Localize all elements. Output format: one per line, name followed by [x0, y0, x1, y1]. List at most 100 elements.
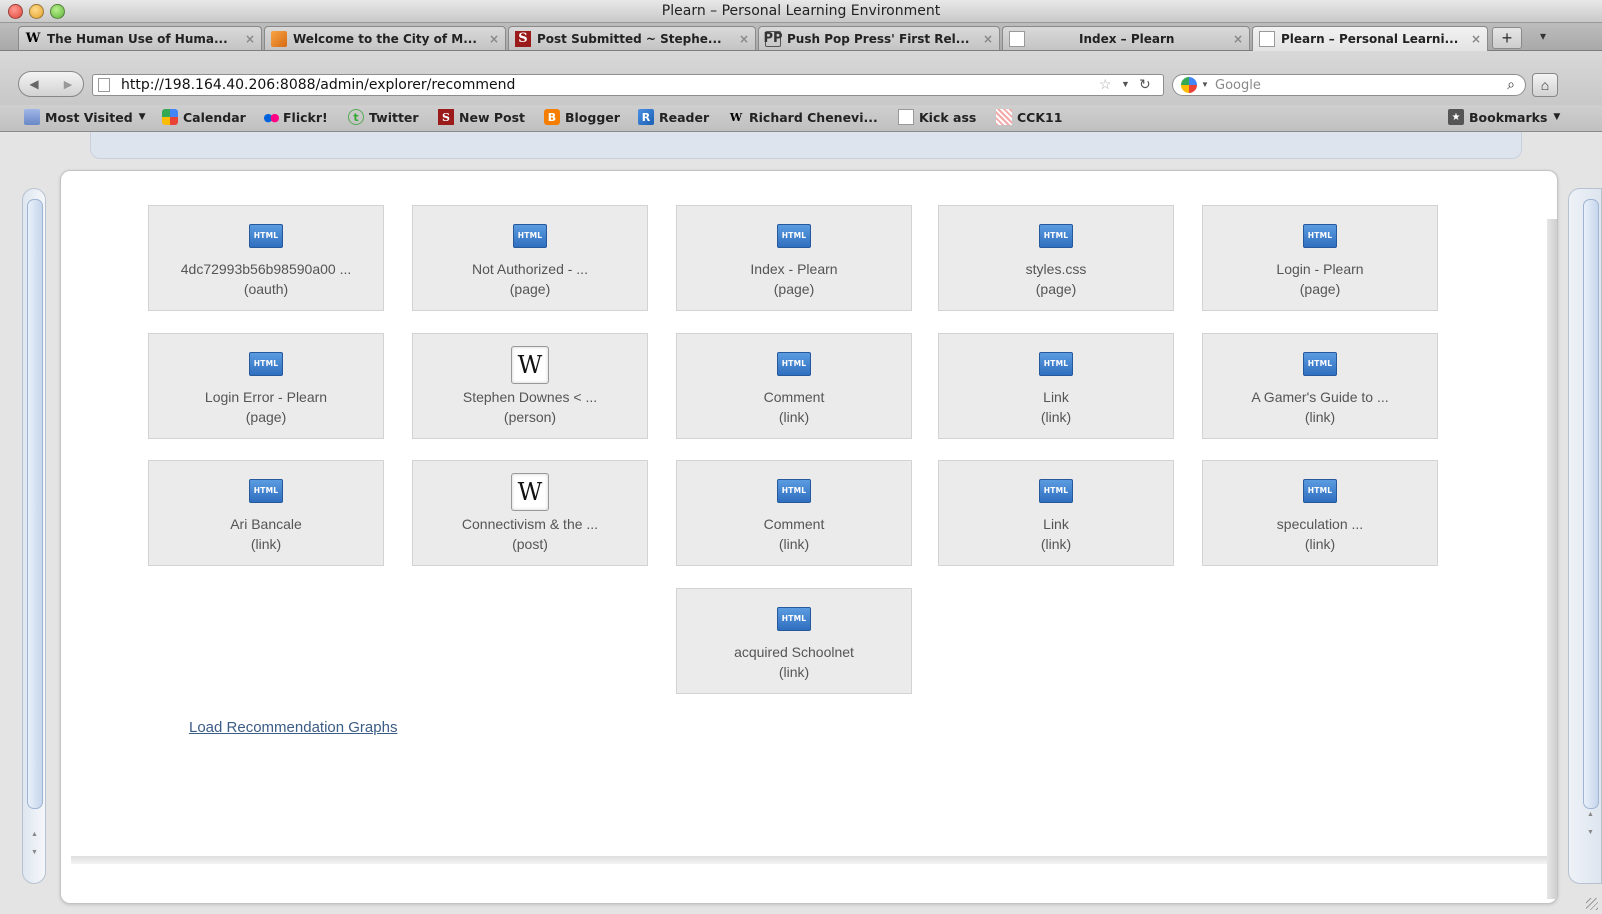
left-scrollbar[interactable]: ▲ ▼	[22, 188, 46, 884]
recommendation-tile[interactable]: HTML Index - Plearn (page)	[676, 205, 912, 311]
tab-post-submitted[interactable]: S Post Submitted ~ Stephe... ×	[508, 26, 756, 50]
bookmark-kick-ass[interactable]: Kick ass	[898, 109, 976, 125]
right-scroll-thumb[interactable]	[1583, 199, 1599, 809]
bookmark-twitter[interactable]: t Twitter	[348, 109, 419, 125]
google-calendar-icon	[162, 109, 178, 125]
tile-type: (link)	[1304, 409, 1336, 425]
forward-button[interactable]: ▶	[53, 72, 83, 96]
tile-type: (link)	[1304, 536, 1336, 552]
wikipedia-icon: W	[25, 31, 41, 46]
html-icon: HTML	[777, 607, 811, 631]
tab-close-icon[interactable]: ×	[245, 32, 255, 46]
bookmark-new-post[interactable]: S New Post	[438, 109, 525, 125]
home-button[interactable]: ⌂	[1532, 73, 1558, 97]
search-icon[interactable]: ⌕	[1507, 76, 1515, 93]
bookmark-blogger[interactable]: B Blogger	[544, 109, 620, 125]
recommendation-tile[interactable]: HTML Comment (link)	[676, 460, 912, 566]
recommendation-tile[interactable]: HTML Login Error - Plearn (page)	[148, 333, 384, 439]
scroll-up-arrow-icon[interactable]: ▲	[1587, 811, 1594, 818]
tab-list-chevron-icon[interactable]: ▾	[1540, 29, 1546, 43]
recommendation-tile[interactable]: W Stephen Downes < ... (person)	[412, 333, 648, 439]
tab-label: Plearn – Personal Learni...	[1281, 32, 1459, 46]
bookmark-cck11[interactable]: CCK11	[996, 109, 1062, 125]
bookmark-star-icon[interactable]: ☆	[1099, 76, 1112, 93]
recommendation-tile[interactable]: HTML Comment (link)	[676, 333, 912, 439]
search-input[interactable]: Google	[1215, 78, 1261, 93]
new-tab-button[interactable]: +	[1492, 27, 1522, 49]
page-icon	[898, 109, 914, 125]
html-icon: HTML	[249, 224, 283, 248]
tab-push-pop[interactable]: PP Push Pop Press' First Rel... ×	[758, 26, 1000, 50]
tile-name: Link	[1043, 389, 1069, 405]
recommendation-tile[interactable]: HTML 4dc72993b56b98590a00 ... (oauth)	[148, 205, 384, 311]
tab-close-icon[interactable]: ×	[739, 32, 749, 46]
forward-arrow-icon: ▶	[63, 78, 73, 91]
google-icon[interactable]	[1181, 77, 1197, 93]
tab-plearn-active[interactable]: Plearn – Personal Learni... ×	[1252, 26, 1488, 51]
recommendation-tile[interactable]: HTML Link (link)	[938, 460, 1174, 566]
address-bar[interactable]: http://198.164.40.206:8088/admin/explore…	[92, 74, 1164, 96]
bookmark-richard[interactable]: W Richard Chenevi...	[728, 109, 878, 125]
tab-label: Post Submitted ~ Stephe...	[537, 31, 722, 46]
recommendation-tile[interactable]: HTML acquired Schoolnet (link)	[676, 588, 912, 694]
tile-type: (link)	[1040, 536, 1072, 552]
window-resize-grip[interactable]	[1586, 898, 1598, 910]
bookmark-label: Reader	[659, 109, 710, 125]
wikipedia-icon: W	[511, 473, 549, 511]
scroll-down-arrow-icon[interactable]: ▼	[1587, 829, 1594, 836]
html-icon: HTML	[513, 224, 547, 248]
tab-label: Welcome to the City of M...	[293, 31, 477, 46]
left-scroll-thumb[interactable]	[27, 199, 43, 809]
wikipedia-icon: W	[729, 110, 743, 124]
html-icon: HTML	[777, 479, 811, 503]
tile-name: 4dc72993b56b98590a00 ...	[180, 261, 352, 277]
page-icon	[1009, 30, 1025, 47]
bookmark-calendar[interactable]: Calendar	[162, 109, 246, 125]
recommendation-tile[interactable]: HTML Login - Plearn (page)	[1202, 205, 1438, 311]
tab-human-use[interactable]: W The Human Use of Huma... ×	[18, 26, 262, 50]
page-icon	[1259, 31, 1275, 47]
scroll-up-arrow-icon[interactable]: ▲	[31, 831, 38, 838]
url-input[interactable]: http://198.164.40.206:8088/admin/explore…	[121, 77, 515, 93]
tab-close-icon[interactable]: ×	[1471, 32, 1481, 46]
bookmark-flickr[interactable]: ● ● Flickr!	[262, 109, 327, 125]
tab-close-icon[interactable]: ×	[489, 32, 499, 46]
recommendation-tile[interactable]: HTML A Gamer's Guide to ... (link)	[1202, 333, 1438, 439]
tile-name: Stephen Downes < ...	[462, 389, 598, 405]
chevron-down-icon: ▼	[138, 112, 146, 122]
load-recommendation-graphs-link[interactable]: Load Recommendation Graphs	[189, 719, 397, 736]
recommendation-tile[interactable]: HTML styles.css (page)	[938, 205, 1174, 311]
tile-name: Comment	[763, 389, 825, 405]
bookmark-label: Calendar	[183, 109, 246, 125]
html-icon: HTML	[1039, 479, 1073, 503]
tile-name: A Gamer's Guide to ...	[1251, 389, 1389, 405]
tab-city[interactable]: Welcome to the City of M... ×	[264, 26, 506, 50]
reload-icon[interactable]: ↻	[1139, 76, 1151, 93]
tab-close-icon[interactable]: ×	[983, 32, 993, 46]
bookmarks-toolbar: Most Visited ▼ Calendar ● ● Flickr! t Twi…	[0, 105, 1602, 132]
recommendation-tile[interactable]: HTML Link (link)	[938, 333, 1174, 439]
window-title-bar: Plearn – Personal Learning Environment	[0, 0, 1602, 23]
right-scrollbar[interactable]: ▲ ▼	[1568, 188, 1602, 884]
search-box[interactable]: ▼ Google ⌕	[1172, 74, 1526, 96]
back-button[interactable]: ◀	[19, 72, 49, 96]
html-icon: HTML	[777, 224, 811, 248]
bookmark-reader[interactable]: R Reader	[638, 109, 709, 125]
history-dropdown-icon[interactable]: ▼	[1121, 79, 1130, 89]
scroll-down-arrow-icon[interactable]: ▼	[31, 849, 38, 856]
recommendation-tile[interactable]: HTML Ari Bancale (link)	[148, 460, 384, 566]
tab-close-icon[interactable]: ×	[1233, 32, 1243, 46]
search-engine-dropdown-icon[interactable]: ▼	[1201, 80, 1209, 89]
html-icon: HTML	[1303, 352, 1337, 376]
tab-index-plearn[interactable]: Index – Plearn ×	[1002, 26, 1250, 50]
recommendation-tile[interactable]: HTML speculation ... (link)	[1202, 460, 1438, 566]
recommendation-tile[interactable]: W Connectivism & the ... (post)	[412, 460, 648, 566]
bookmark-most-visited[interactable]: Most Visited ▼	[24, 109, 146, 125]
chevron-down-icon: ▼	[1553, 112, 1561, 122]
tile-name: Login - Plearn	[1276, 261, 1364, 277]
html-icon: HTML	[777, 352, 811, 376]
bookmarks-menu[interactable]: ★ Bookmarks ▼	[1448, 109, 1560, 125]
tile-type: (page)	[1299, 281, 1341, 297]
recommendation-tile[interactable]: HTML Not Authorized - ... (page)	[412, 205, 648, 311]
tile-type: (link)	[1040, 409, 1072, 425]
